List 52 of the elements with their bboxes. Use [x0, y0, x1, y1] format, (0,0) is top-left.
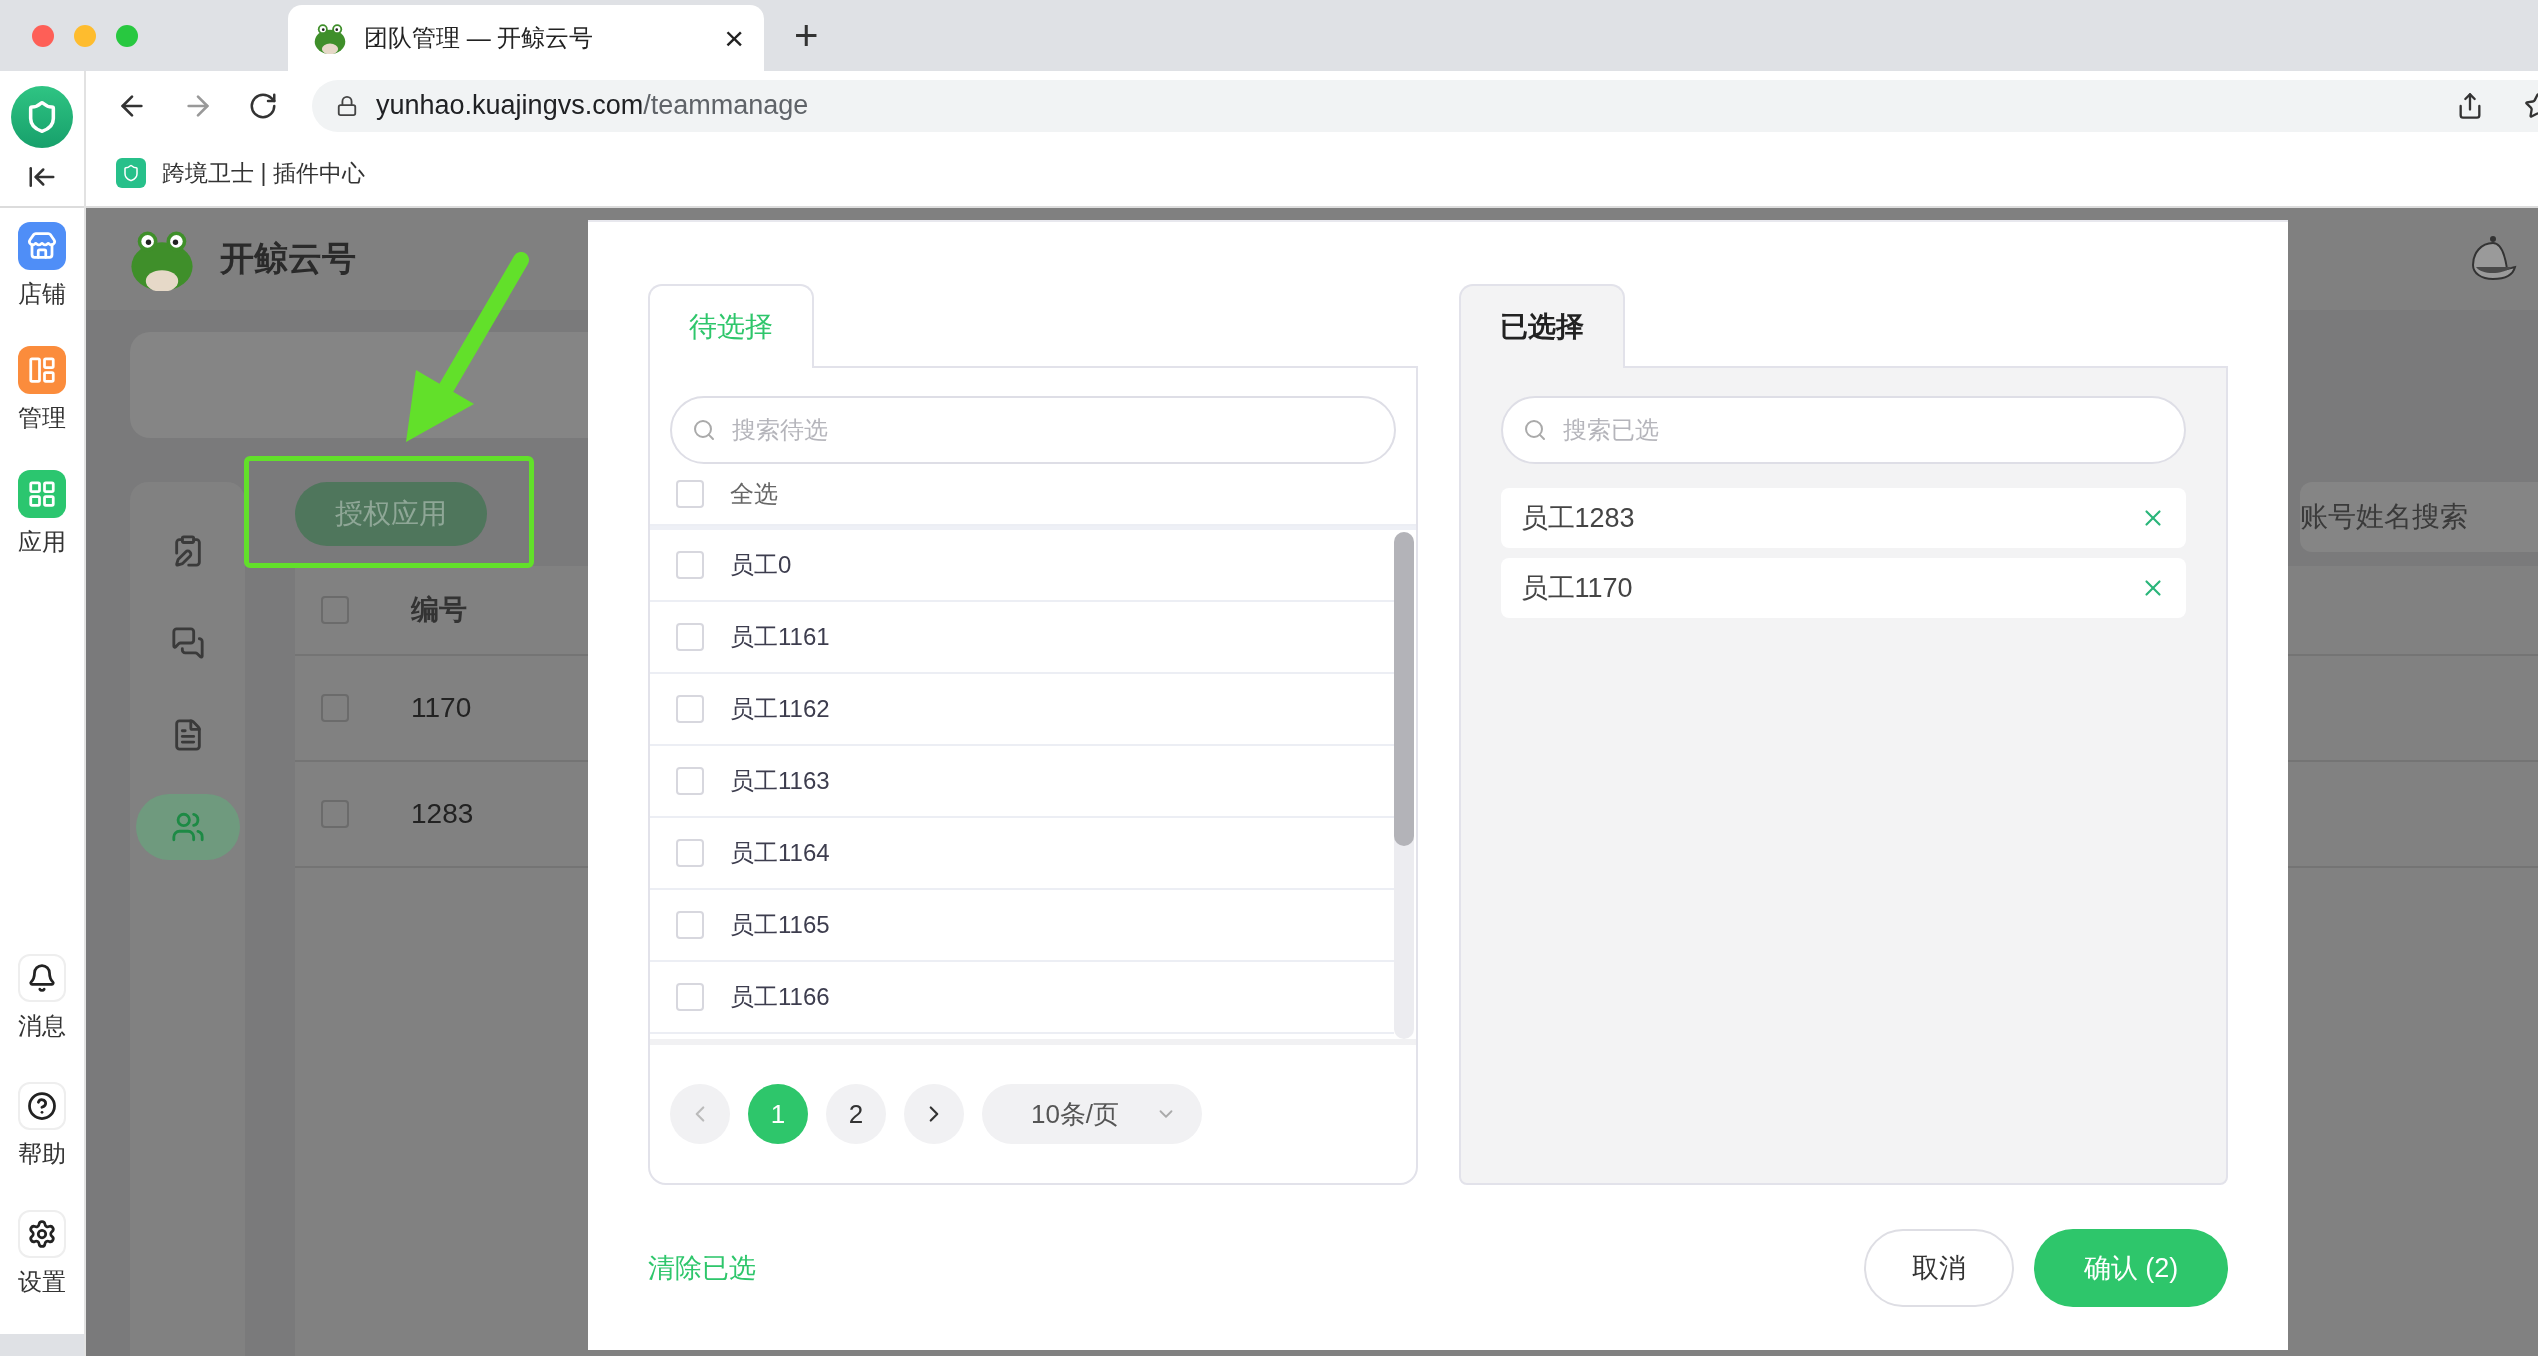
bell-icon — [18, 954, 66, 1002]
page-size-select[interactable]: 10条/页 — [982, 1084, 1202, 1144]
address-bar[interactable]: yunhao.kuajingvs.com/teammanage — [312, 79, 2538, 132]
list-item[interactable]: 员工1163 — [730, 765, 830, 797]
sidebar-item[interactable]: 消息 — [18, 954, 66, 1042]
help-icon — [18, 1082, 66, 1130]
tab-title: 团队管理 — 开鲸云号 — [364, 23, 595, 53]
lock-icon — [336, 94, 358, 117]
search-field[interactable]: 账号姓名搜索 — [2300, 482, 2538, 552]
sidebar-item[interactable]: 帮助 — [18, 1082, 66, 1170]
list-item[interactable]: 员工1161 — [730, 621, 830, 653]
grid-icon — [18, 470, 66, 518]
shield-icon — [116, 158, 146, 188]
sidebar-label: 应用 — [18, 527, 66, 557]
table-cell: 1170 — [411, 692, 472, 724]
maximize-window-button[interactable] — [116, 24, 138, 47]
frog-logo — [312, 21, 348, 55]
scrollbar[interactable] — [1393, 532, 1414, 1040]
list-item[interactable]: 员工1164 — [730, 837, 830, 869]
sidebar-item[interactable]: 设置 — [18, 1210, 66, 1298]
sidebar-label: 帮助 — [18, 1139, 66, 1169]
checkbox-label: 全选 — [730, 479, 778, 509]
search-field[interactable]: 搜索已选 — [1500, 396, 2186, 464]
layout-icon — [18, 346, 66, 394]
browser-tab[interactable]: 团队管理 — 开鲸云号 × — [288, 5, 764, 71]
column-header: 编号 — [411, 593, 467, 627]
settings-icon — [18, 1210, 66, 1258]
page-button[interactable]: 2 — [826, 1084, 886, 1144]
brand-name: 开鲸云号 — [220, 238, 356, 279]
list-item[interactable]: 员工1165 — [730, 909, 830, 941]
panel-tab[interactable]: 已选择 — [1458, 284, 1625, 368]
list-item[interactable]: 员工0 — [730, 549, 792, 581]
tab-close-button[interactable]: × — [724, 18, 744, 58]
sidebar-label: 管理 — [18, 403, 66, 433]
search-field[interactable]: 搜索待选 — [670, 396, 1396, 464]
list-item[interactable]: 员工1162 — [730, 693, 830, 725]
sidebar-item[interactable]: 应用 — [18, 470, 66, 558]
sidebar-label: 消息 — [18, 1011, 66, 1041]
store-icon — [18, 222, 66, 270]
sidebar-label: 店铺 — [18, 279, 66, 309]
cancel-button[interactable]: 取消 — [1864, 1228, 2014, 1307]
selected-item-label: 员工1283 — [1520, 502, 1636, 535]
sidebar-label: 设置 — [18, 1267, 66, 1297]
selected-item-label: 员工1170 — [1520, 572, 1634, 605]
list-item[interactable]: 员工1166 — [730, 981, 830, 1013]
sidebar-item[interactable]: 管理 — [18, 346, 66, 434]
new-tab-button[interactable]: + — [794, 11, 819, 60]
table-cell: 1283 — [411, 798, 474, 830]
minimize-window-button[interactable] — [74, 24, 96, 47]
sidebar-item[interactable]: 店铺 — [18, 222, 66, 310]
close-window-button[interactable] — [32, 24, 54, 47]
bookmark-link[interactable]: 跨境卫士 | 插件中心 — [162, 157, 365, 189]
